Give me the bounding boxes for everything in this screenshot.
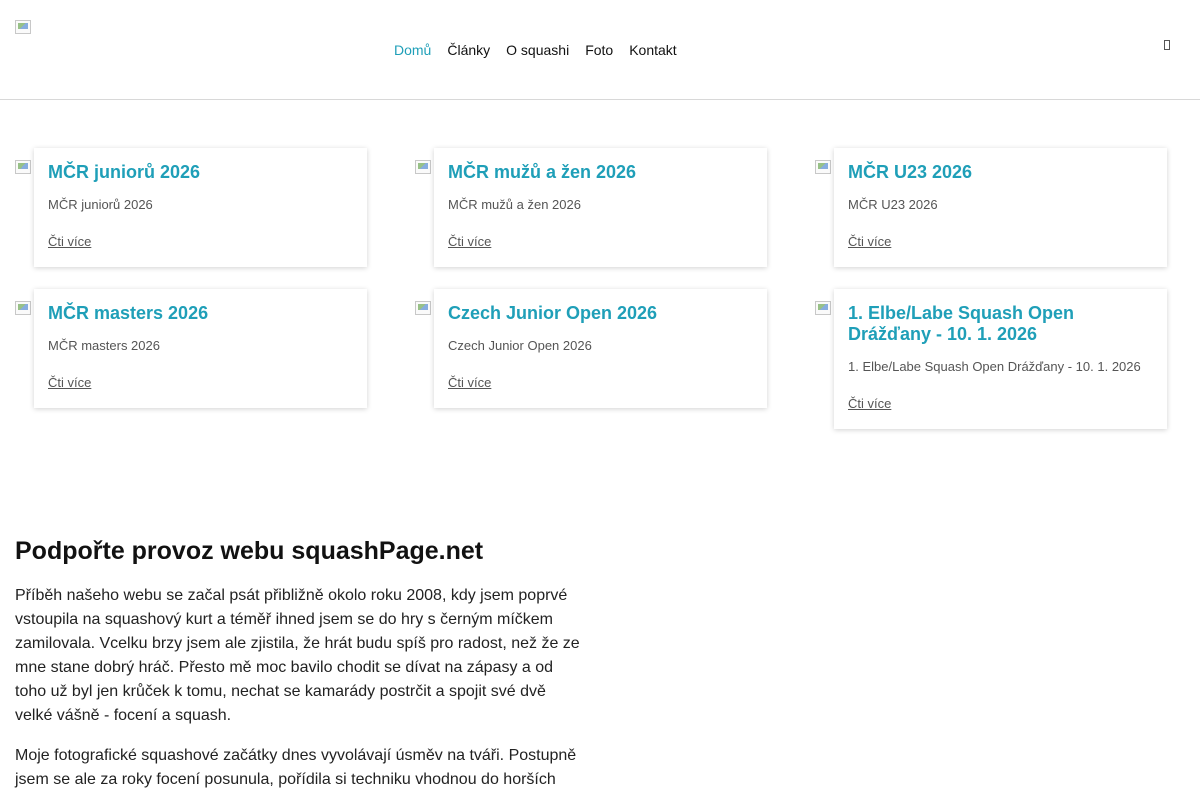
article-card: MČR juniorů 2026 MČR juniorů 2026 Čti ví…	[34, 148, 367, 267]
article-title[interactable]: MČR U23 2026	[848, 162, 1153, 183]
article-thumbnail[interactable]	[815, 160, 831, 176]
menu-glyph-icon	[1164, 40, 1170, 50]
article-card: MČR mužů a žen 2026 MČR mužů a žen 2026 …	[434, 148, 767, 267]
support-paragraph: Příběh našeho webu se začal psát přibliž…	[15, 587, 580, 724]
broken-image-icon	[15, 160, 31, 174]
article-card: MČR U23 2026 MČR U23 2026 Čti více	[834, 148, 1167, 267]
nav-item-o-squashi[interactable]: O squashi	[506, 41, 569, 59]
article-excerpt: Czech Junior Open 2026	[448, 338, 592, 353]
site-logo[interactable]	[15, 20, 31, 36]
article-title[interactable]: MČR masters 2026	[48, 303, 353, 324]
nav-item-domu[interactable]: Domů	[394, 41, 431, 59]
read-more-link[interactable]: Čti více	[48, 375, 91, 390]
read-more-link[interactable]: Čti více	[48, 234, 91, 249]
read-more-link[interactable]: Čti více	[848, 234, 891, 249]
menu-icon[interactable]	[1162, 38, 1172, 52]
article-card: 1. Elbe/Labe Squash Open Drážďany - 10. …	[834, 289, 1167, 429]
article-title[interactable]: 1. Elbe/Labe Squash Open Drážďany - 10. …	[848, 303, 1153, 345]
article-thumbnail[interactable]	[415, 301, 431, 317]
broken-image-icon	[815, 301, 831, 315]
article-title[interactable]: Czech Junior Open 2026	[448, 303, 753, 324]
broken-image-icon	[15, 301, 31, 315]
nav-item-clanky[interactable]: Články	[447, 41, 490, 59]
nav-item-foto[interactable]: Foto	[585, 41, 613, 59]
read-more-link[interactable]: Čti více	[848, 396, 891, 411]
read-more-link[interactable]: Čti více	[448, 234, 491, 249]
article-card: MČR masters 2026 MČR masters 2026 Čti ví…	[34, 289, 367, 408]
article-thumbnail[interactable]	[815, 301, 831, 317]
article-thumbnail[interactable]	[15, 301, 31, 317]
site-header: Domů Články O squashi Foto Kontakt	[0, 0, 1200, 100]
article-excerpt: MČR masters 2026	[48, 338, 160, 353]
article-title[interactable]: MČR mužů a žen 2026	[448, 162, 753, 183]
nav-item-kontakt[interactable]: Kontakt	[629, 41, 676, 59]
article-excerpt: MČR juniorů 2026	[48, 197, 153, 212]
article-title[interactable]: MČR juniorů 2026	[48, 162, 353, 183]
read-more-link[interactable]: Čti více	[448, 375, 491, 390]
article-excerpt: MČR mužů a žen 2026	[448, 197, 581, 212]
broken-image-icon	[815, 160, 831, 174]
article-thumbnail[interactable]	[15, 160, 31, 176]
article-excerpt: 1. Elbe/Labe Squash Open Drážďany - 10. …	[848, 359, 1141, 374]
support-paragraph: Moje fotografické squashové začátky dnes…	[15, 747, 577, 788]
broken-image-icon	[415, 301, 431, 315]
article-card: Czech Junior Open 2026 Czech Junior Open…	[434, 289, 767, 408]
support-section: Podpořte provoz webu squashPage.net Příb…	[15, 536, 585, 800]
broken-image-icon	[15, 20, 31, 34]
article-excerpt: MČR U23 2026	[848, 197, 938, 212]
article-thumbnail[interactable]	[415, 160, 431, 176]
support-heading: Podpořte provoz webu squashPage.net	[15, 537, 484, 565]
main-nav: Domů Články O squashi Foto Kontakt	[394, 41, 693, 59]
broken-image-icon	[415, 160, 431, 174]
